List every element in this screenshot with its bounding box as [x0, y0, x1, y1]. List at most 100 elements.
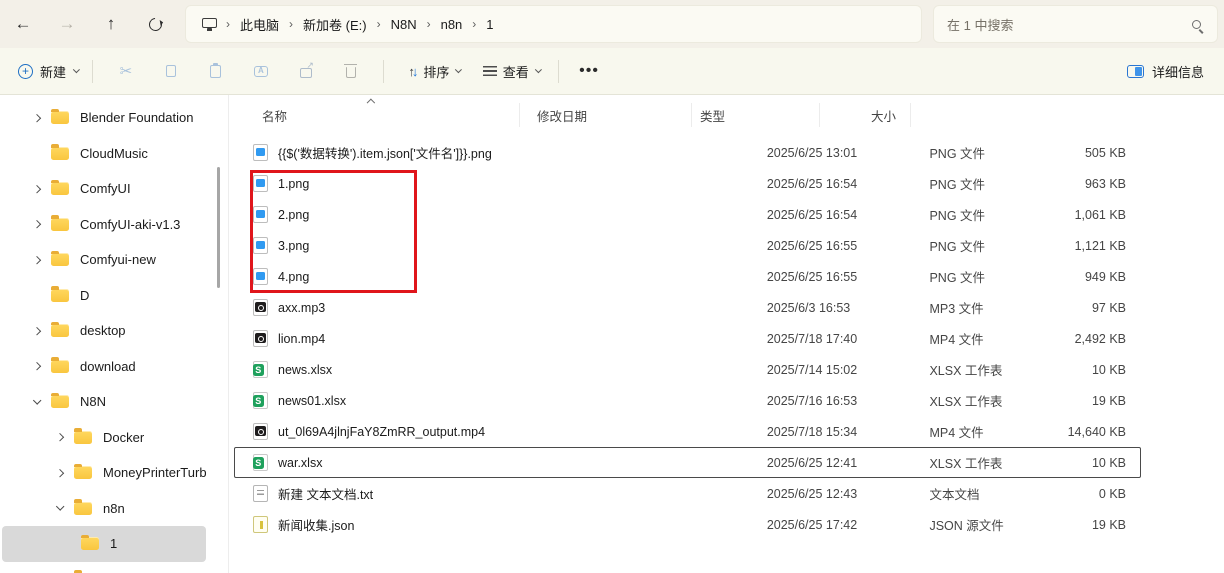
file-type: PNG 文件: [929, 240, 986, 254]
chevron-icon: [32, 113, 42, 123]
details-pane-button[interactable]: 详细信息: [1126, 62, 1204, 81]
back-button[interactable]: ←: [1, 6, 45, 42]
folder-icon: [51, 144, 69, 160]
sidebar-scrollbar[interactable]: [217, 167, 220, 288]
sort-button[interactable]: ↑↓ 排序: [400, 56, 468, 87]
breadcrumb-item[interactable]: N8N: [382, 13, 426, 36]
folder-icon: [51, 392, 69, 409]
sidebar-item[interactable]: Comfyui-new: [2, 242, 206, 278]
file-type: PNG 文件: [929, 147, 986, 161]
file-row[interactable]: {{$('数据转换').item.json['文件名']}}.png 2025/…: [234, 137, 1141, 168]
breadcrumb-item[interactable]: 1: [477, 13, 502, 36]
sidebar-item-label: D: [80, 287, 90, 303]
file-name: ut_0l69A4jlnjFaY8ZmRR_output.mp4: [278, 424, 486, 439]
file-date-modified: 2025/6/25 12:43: [766, 486, 858, 501]
file-type: JSON 源文件: [929, 519, 1004, 533]
sidebar-item[interactable]: CloudMusic: [2, 136, 206, 172]
address-bar[interactable]: › 此电脑 › 新加卷 (E:) › N8N › n8n › 1: [185, 5, 922, 43]
breadcrumb-item[interactable]: n8n: [432, 13, 472, 36]
tree-expand-chevron[interactable]: [51, 502, 69, 512]
file-size: 10 KB: [1091, 455, 1126, 470]
more-options-button[interactable]: •••: [569, 58, 609, 84]
column-header-type[interactable]: 类型: [692, 103, 820, 127]
file-row[interactable]: axx.mp3 2025/6/3 16:53 MP3 文件 97 KB: [234, 292, 1141, 323]
file-row[interactable]: ut_0l69A4jlnjFaY8ZmRR_output.mp4 2025/7/…: [234, 416, 1141, 447]
tree-expand-chevron[interactable]: [28, 113, 46, 123]
file-type-icon: [252, 454, 268, 471]
file-type: MP3 文件: [929, 302, 984, 316]
sidebar-item-label: MoneyPrinterTurbo: [103, 465, 206, 481]
tree-expand-chevron[interactable]: [51, 432, 69, 442]
file-type-icon: [253, 206, 268, 223]
sidebar-item[interactable]: n8n: [2, 491, 206, 527]
column-header-date[interactable]: 修改日期: [520, 103, 692, 127]
file-row[interactable]: war.xlsx 2025/6/25 12:41 XLSX 工作表 10 KB: [234, 447, 1141, 478]
column-header-size[interactable]: 大小: [820, 103, 911, 127]
chevron-icon: [32, 361, 42, 371]
file-row[interactable]: 2.png 2025/6/25 16:54 PNG 文件 1,061 KB: [234, 199, 1141, 230]
breadcrumb-item[interactable]: 新加卷 (E:): [294, 11, 376, 38]
sidebar-item[interactable]: desktop: [2, 313, 206, 349]
share-button[interactable]: [287, 54, 325, 88]
file-row[interactable]: 新建 文本文档.txt 2025/6/25 12:43 文本文档 0 KB: [234, 478, 1141, 509]
sidebar-item[interactable]: 1: [2, 526, 206, 562]
cut-button[interactable]: ✂: [107, 54, 145, 88]
copy-button[interactable]: [152, 54, 190, 88]
file-row[interactable]: news.xlsx 2025/7/14 15:02 XLSX 工作表 10 KB: [234, 354, 1141, 385]
folder-icon: [74, 463, 92, 480]
sidebar-item-label: CloudMusic: [80, 145, 148, 161]
sidebar-item[interactable]: [2, 562, 206, 573]
sidebar-item[interactable]: Docker: [2, 420, 206, 456]
file-date-modified: 2025/7/16 16:53: [766, 393, 858, 408]
file-type-icon: [253, 268, 268, 285]
file-date-modified: 2025/7/14 15:02: [766, 362, 858, 377]
file-row[interactable]: 新闻收集.json 2025/6/25 17:42 JSON 源文件 19 KB: [234, 509, 1141, 540]
sidebar-item[interactable]: Blender Foundation: [2, 100, 206, 136]
file-row[interactable]: news01.xlsx 2025/7/16 16:53 XLSX 工作表 19 …: [234, 385, 1141, 416]
file-size: 97 KB: [1091, 300, 1126, 315]
sort-arrows-icon: ↑↓: [408, 63, 418, 79]
sort-button-label: 排序: [423, 64, 450, 80]
file-row[interactable]: 4.png 2025/6/25 16:55 PNG 文件 949 KB: [234, 261, 1141, 292]
folder-icon: [74, 428, 92, 444]
sidebar-item[interactable]: download: [2, 349, 206, 385]
tree-expand-chevron[interactable]: [28, 255, 46, 265]
file-type: 文本文档: [929, 488, 980, 502]
command-toolbar: + 新建 ✂ A ↑↓ 排序 查看 ••• 详细信息: [0, 48, 1224, 95]
tree-expand-chevron[interactable]: [51, 468, 69, 478]
file-name: lion.mp4: [278, 331, 326, 346]
tree-expand-chevron[interactable]: [28, 150, 46, 156]
tree-expand-chevron[interactable]: [28, 292, 46, 298]
rename-button[interactable]: A: [242, 54, 280, 88]
sidebar-item[interactable]: MoneyPrinterTurbo: [2, 455, 206, 491]
tree-expand-chevron[interactable]: [28, 395, 46, 405]
trash-icon: [343, 63, 358, 78]
tree-expand-chevron[interactable]: [28, 361, 46, 371]
view-button[interactable]: 查看: [475, 56, 548, 87]
breadcrumb-item[interactable]: 此电脑: [231, 11, 288, 38]
paste-button[interactable]: [197, 54, 235, 88]
new-button[interactable]: + 新建: [14, 56, 82, 87]
tree-expand-chevron[interactable]: [28, 184, 46, 194]
delete-button[interactable]: [332, 54, 370, 88]
chevron-icon: [32, 184, 42, 194]
folder-icon: [51, 215, 69, 231]
chevron-down-icon: [72, 66, 81, 75]
navigation-bar: ← → ↑ › 此电脑 › 新加卷 (E:) › N8N › n8n › 1 在 1 中搜索: [0, 0, 1224, 48]
refresh-button[interactable]: [133, 6, 177, 42]
file-date-modified: 2025/6/25 16:55: [766, 238, 858, 253]
tree-expand-chevron[interactable]: [28, 326, 46, 336]
sidebar-item[interactable]: N8N: [2, 384, 206, 420]
rename-icon: A: [253, 65, 268, 77]
forward-button[interactable]: →: [45, 6, 89, 42]
file-row[interactable]: 1.png 2025/6/25 16:54 PNG 文件 963 KB: [234, 168, 1141, 199]
sidebar-item[interactable]: ComfyUI: [2, 171, 206, 207]
sidebar-item[interactable]: D: [2, 278, 206, 314]
file-row[interactable]: lion.mp4 2025/7/18 17:40 MP4 文件 2,492 KB: [234, 323, 1141, 354]
file-row[interactable]: 3.png 2025/6/25 16:55 PNG 文件 1,121 KB: [234, 230, 1141, 261]
column-header-name[interactable]: 名称: [230, 103, 520, 127]
tree-expand-chevron[interactable]: [28, 219, 46, 229]
sidebar-item[interactable]: ComfyUI-aki-v1.3: [2, 207, 206, 243]
up-button[interactable]: ↑: [89, 6, 133, 42]
search-box[interactable]: 在 1 中搜索: [933, 5, 1218, 43]
